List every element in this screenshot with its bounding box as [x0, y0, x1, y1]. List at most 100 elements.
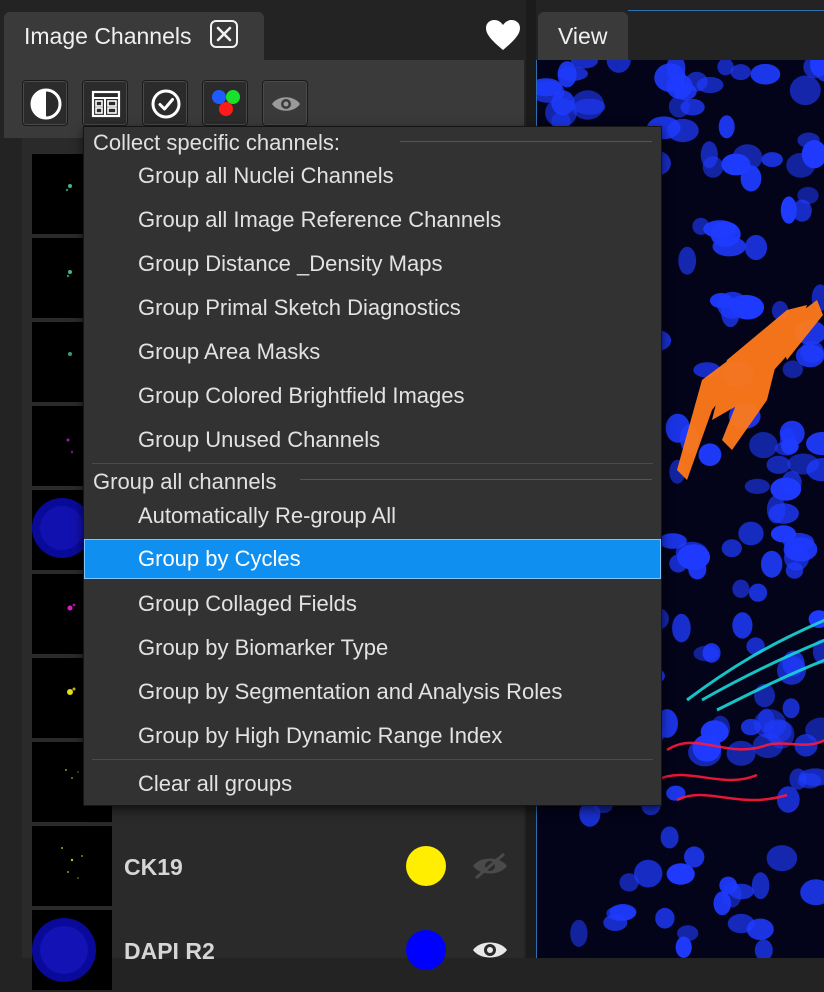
eye-off-icon[interactable] — [470, 850, 510, 882]
nucleus — [767, 495, 785, 523]
nucleus — [783, 698, 800, 718]
nucleus — [800, 879, 824, 905]
nucleus — [699, 443, 722, 466]
menu-item-group-by-cycles[interactable]: Group by Cycles — [84, 539, 661, 579]
menu-item-biomarker-type[interactable]: Group by Biomarker Type — [84, 628, 661, 668]
nucleus — [749, 432, 778, 458]
rgb-dots-icon[interactable] — [202, 80, 248, 126]
nucleus — [655, 908, 674, 929]
nucleus — [788, 454, 820, 475]
eye-icon[interactable] — [470, 934, 510, 966]
channel-row-ck19[interactable]: CK19 — [22, 826, 524, 908]
nucleus — [719, 115, 735, 138]
nucleus — [755, 939, 773, 958]
nucleus — [797, 187, 818, 204]
nucleus — [806, 432, 824, 455]
view-tab[interactable]: View — [538, 12, 628, 60]
nucleus — [677, 544, 710, 570]
channel-color-swatch[interactable] — [406, 846, 446, 886]
nucleus — [732, 612, 752, 638]
nucleus — [701, 720, 729, 743]
menu-item-primal-sketch[interactable]: Group Primal Sketch Diagnostics — [84, 288, 661, 328]
menu-divider — [92, 463, 653, 464]
nucleus — [789, 768, 806, 789]
nucleus — [741, 719, 761, 735]
menu-item-hdr-index[interactable]: Group by High Dynamic Range Index — [84, 716, 661, 756]
nucleus — [603, 914, 627, 931]
nucleus — [771, 525, 796, 542]
nucleus — [713, 237, 747, 257]
nucleus — [703, 643, 721, 663]
nucleus — [545, 98, 577, 127]
nucleus — [661, 826, 679, 848]
menu-item-unused[interactable]: Group Unused Channels — [84, 420, 661, 460]
nucleus — [717, 292, 747, 319]
nucleus — [762, 152, 783, 167]
menu-divider — [300, 479, 652, 480]
nucleus — [678, 247, 696, 275]
nucleus — [777, 786, 800, 813]
menu-section-header: Collect specific channels: — [93, 130, 340, 156]
heart-icon[interactable] — [485, 19, 521, 51]
nucleus — [752, 872, 770, 899]
nucleus — [761, 551, 782, 578]
menu-item-nuclei[interactable]: Group all Nuclei Channels — [84, 156, 661, 196]
channel-name: DAPI R2 — [124, 938, 215, 965]
contrast-icon[interactable] — [22, 80, 68, 126]
view-border — [628, 10, 824, 11]
nucleus — [747, 919, 774, 941]
nucleus — [701, 141, 718, 168]
channel-thumbnail — [32, 826, 112, 906]
nucleus — [680, 99, 704, 116]
nucleus — [607, 60, 631, 73]
menu-item-distance-density[interactable]: Group Distance _Density Maps — [84, 244, 661, 284]
channel-thumbnail — [32, 910, 112, 990]
nucleus — [558, 61, 577, 87]
nucleus — [677, 925, 698, 941]
menu-divider — [92, 759, 653, 760]
nucleus — [796, 344, 824, 367]
nucleus — [745, 235, 767, 260]
menu-item-brightfield[interactable]: Group Colored Brightfield Images — [84, 376, 661, 416]
image-channels-tab[interactable]: Image Channels — [4, 12, 264, 60]
nucleus — [767, 456, 791, 474]
nucleus — [729, 884, 754, 900]
nucleus — [751, 64, 781, 85]
channel-color-swatch[interactable] — [406, 930, 446, 970]
nucleus — [745, 479, 770, 494]
close-icon[interactable] — [210, 20, 238, 48]
view-tab-label: View — [558, 23, 607, 50]
nucleus — [722, 539, 742, 557]
nucleus — [697, 77, 724, 93]
nucleus — [775, 441, 798, 455]
menu-item-image-reference[interactable]: Group all Image Reference Channels — [84, 200, 661, 240]
channel-name: CK19 — [124, 854, 183, 881]
nucleus — [714, 891, 732, 915]
nucleus — [790, 76, 821, 106]
eye-icon[interactable] — [262, 80, 308, 126]
menu-item-collaged-fields[interactable]: Group Collaged Fields — [84, 584, 661, 624]
menu-item-area-masks[interactable]: Group Area Masks — [84, 332, 661, 372]
menu-section-header: Group all channels — [93, 469, 276, 495]
check-circle-icon[interactable] — [142, 80, 188, 126]
nucleus — [749, 584, 767, 602]
nucleus — [684, 846, 704, 867]
nucleus — [732, 144, 762, 170]
nucleus — [619, 873, 638, 891]
nucleus — [574, 99, 606, 115]
nucleus — [738, 522, 763, 546]
layout-grid-icon[interactable] — [82, 80, 128, 126]
menu-item-segmentation-roles[interactable]: Group by Segmentation and Analysis Roles — [84, 672, 661, 712]
menu-divider — [400, 141, 652, 142]
nucleus — [570, 920, 587, 947]
nucleus — [727, 741, 756, 766]
nucleus — [672, 614, 691, 643]
channel-row-dapi-r2[interactable]: DAPI R2 — [22, 910, 524, 992]
menu-item-auto-regroup[interactable]: Automatically Re-group All — [84, 496, 661, 536]
nucleus — [767, 845, 798, 871]
menu-item-clear-groups[interactable]: Clear all groups — [84, 764, 661, 804]
nucleus — [732, 580, 749, 598]
nucleus — [758, 709, 775, 733]
panel-title: Image Channels — [24, 23, 192, 50]
group-channels-menu: Collect specific channels: Group all Nuc… — [83, 126, 662, 806]
